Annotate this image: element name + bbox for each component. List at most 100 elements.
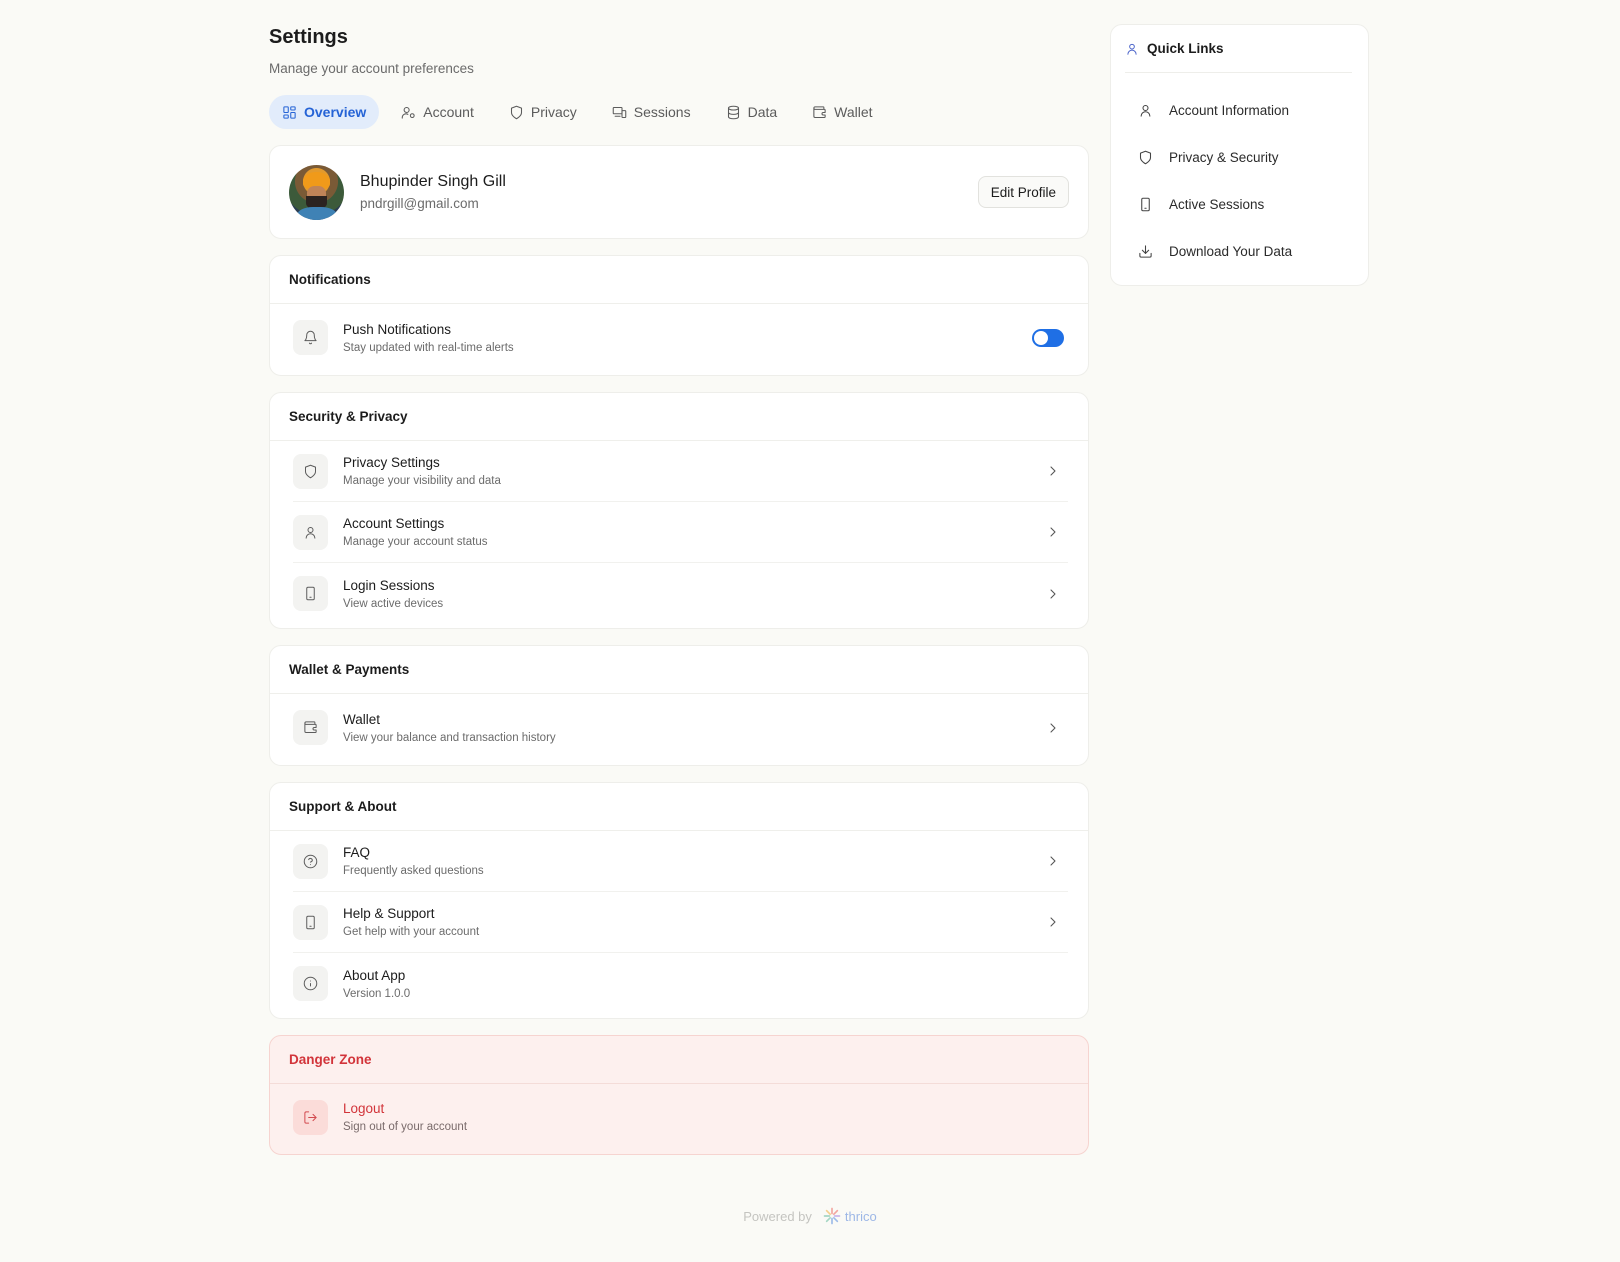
privacy-settings-row[interactable]: Privacy Settings Manage your visibility … xyxy=(293,441,1068,502)
user-cog-icon xyxy=(401,106,415,119)
phone-icon xyxy=(306,915,315,929)
row-title: About App xyxy=(343,967,406,983)
help-circle-icon xyxy=(303,854,318,868)
user-icon xyxy=(1140,104,1151,117)
quick-link-label: Privacy & Security xyxy=(1169,150,1279,165)
sparkle-logo-icon xyxy=(823,1207,841,1225)
tab-label: Privacy xyxy=(530,104,577,120)
danger-zone-card: Danger Zone Logout Sign out of your acco… xyxy=(269,1035,1089,1155)
row-desc: Frequently asked questions xyxy=(343,865,484,877)
about-app-row: About App Version 1.0.0 xyxy=(293,953,1068,1014)
chevron-right-icon xyxy=(1050,722,1056,733)
powered-by-text: Powered by xyxy=(743,1208,812,1224)
row-title: Login Sessions xyxy=(343,577,435,593)
shield-icon xyxy=(1139,150,1152,165)
phone-icon xyxy=(1141,197,1150,212)
tab-privacy[interactable]: Privacy xyxy=(496,95,590,129)
quick-link-download-data[interactable]: Download Your Data xyxy=(1125,228,1352,275)
tab-account[interactable]: Account xyxy=(388,95,487,129)
section-header: Notifications xyxy=(270,256,1088,304)
tab-overview[interactable]: Overview xyxy=(269,95,380,129)
edit-profile-button[interactable]: Edit Profile xyxy=(977,176,1069,208)
row-desc: View your balance and transaction histor… xyxy=(343,731,556,744)
quick-link-label: Account Information xyxy=(1169,103,1290,118)
row-desc: Stay updated with real-time alerts xyxy=(343,341,514,354)
row-desc: Get help with your account xyxy=(343,926,480,938)
row-title: Help & Support xyxy=(343,906,435,921)
tab-sessions[interactable]: Sessions xyxy=(599,95,704,129)
brand-name: thrico xyxy=(844,1208,877,1224)
row-title: Push Notifications xyxy=(343,321,452,337)
wallet-icon xyxy=(304,721,317,733)
database-icon xyxy=(727,105,739,119)
chevron-right-icon xyxy=(1050,588,1056,599)
shield-icon xyxy=(305,464,316,478)
wallet-icon xyxy=(813,105,826,118)
avatar xyxy=(289,164,344,220)
quick-links-panel: Quick Links Account Information Privacy … xyxy=(1110,24,1369,286)
quick-link-privacy-security[interactable]: Privacy & Security xyxy=(1125,134,1352,181)
quick-link-label: Active Sessions xyxy=(1169,197,1265,212)
tab-label: Sessions xyxy=(633,104,691,120)
row-title: Logout xyxy=(343,1101,385,1116)
chevron-right-icon xyxy=(1050,856,1056,866)
bell-icon xyxy=(304,330,317,345)
row-title: Wallet xyxy=(343,711,381,727)
devices-icon xyxy=(612,106,627,118)
security-card: Security & Privacy Privacy Settings Mana… xyxy=(269,392,1089,629)
info-icon xyxy=(303,976,318,991)
profile-card: Bhupinder Singh Gill pndrgill@gmail.com … xyxy=(269,145,1089,239)
row-desc: Manage your visibility and data xyxy=(343,475,501,487)
tab-label: Wallet xyxy=(834,104,873,120)
user-icon xyxy=(1127,43,1137,55)
page-subtitle: Manage your account preferences xyxy=(269,61,474,76)
section-header: Wallet & Payments xyxy=(270,646,1088,694)
profile-name: Bhupinder Singh Gill xyxy=(360,173,506,190)
help-support-row[interactable]: Help & Support Get help with your accoun… xyxy=(293,892,1068,953)
row-title: FAQ xyxy=(343,845,371,860)
tab-data[interactable]: Data xyxy=(713,95,791,129)
download-icon xyxy=(1139,245,1152,258)
shield-icon xyxy=(510,105,522,119)
faq-row[interactable]: FAQ Frequently asked questions xyxy=(293,831,1068,892)
tab-wallet[interactable]: Wallet xyxy=(799,95,885,129)
quick-link-active-sessions[interactable]: Active Sessions xyxy=(1125,181,1352,228)
row-desc: View active devices xyxy=(343,597,444,610)
wallet-row[interactable]: Wallet View your balance and transaction… xyxy=(293,694,1068,761)
wallet-card: Wallet & Payments Wallet View your balan… xyxy=(269,645,1089,766)
row-desc: Manage your account status xyxy=(343,536,488,548)
grid-icon xyxy=(283,105,296,119)
logout-row[interactable]: Logout Sign out of your account xyxy=(293,1084,1068,1150)
chevron-right-icon xyxy=(1050,466,1056,476)
account-settings-row[interactable]: Account Settings Manage your account sta… xyxy=(293,502,1068,563)
row-desc: Sign out of your account xyxy=(343,1121,468,1133)
logout-icon xyxy=(304,1110,317,1124)
push-notifications-row: Push Notifications Stay updated with rea… xyxy=(293,304,1068,371)
quick-link-account-information[interactable]: Account Information xyxy=(1125,87,1352,134)
page-title: Settings xyxy=(269,26,348,48)
chevron-right-icon xyxy=(1050,917,1056,927)
tab-bar: Overview Account Privacy Sessions Data W… xyxy=(269,95,1089,129)
support-card: Support & About FAQ Frequently asked que… xyxy=(269,782,1089,1019)
user-icon xyxy=(305,526,316,539)
phone-icon xyxy=(306,586,315,601)
quick-links-title: Quick Links xyxy=(1147,41,1224,56)
row-desc: Version 1.0.0 xyxy=(343,987,411,1000)
quick-links-header: Quick Links xyxy=(1125,25,1352,73)
tab-label: Overview xyxy=(304,104,367,120)
settings-main: Settings Manage your account preferences… xyxy=(269,22,1089,1155)
section-header: Danger Zone xyxy=(270,1036,1088,1084)
chevron-right-icon xyxy=(1050,527,1056,537)
section-header: Support & About xyxy=(270,783,1088,831)
brand-logo[interactable]: thrico xyxy=(822,1206,877,1226)
row-title: Account Settings xyxy=(343,516,445,531)
footer: Powered by thrico xyxy=(0,1206,1620,1226)
quick-link-label: Download Your Data xyxy=(1169,244,1293,259)
row-title: Privacy Settings xyxy=(343,455,440,470)
login-sessions-row[interactable]: Login Sessions View active devices xyxy=(293,563,1068,624)
notifications-card: Notifications Push Notifications Stay up… xyxy=(269,255,1089,376)
tab-label: Account xyxy=(423,104,474,120)
section-header: Security & Privacy xyxy=(270,393,1088,441)
push-notifications-toggle[interactable] xyxy=(1032,328,1064,347)
tab-label: Data xyxy=(747,104,778,120)
